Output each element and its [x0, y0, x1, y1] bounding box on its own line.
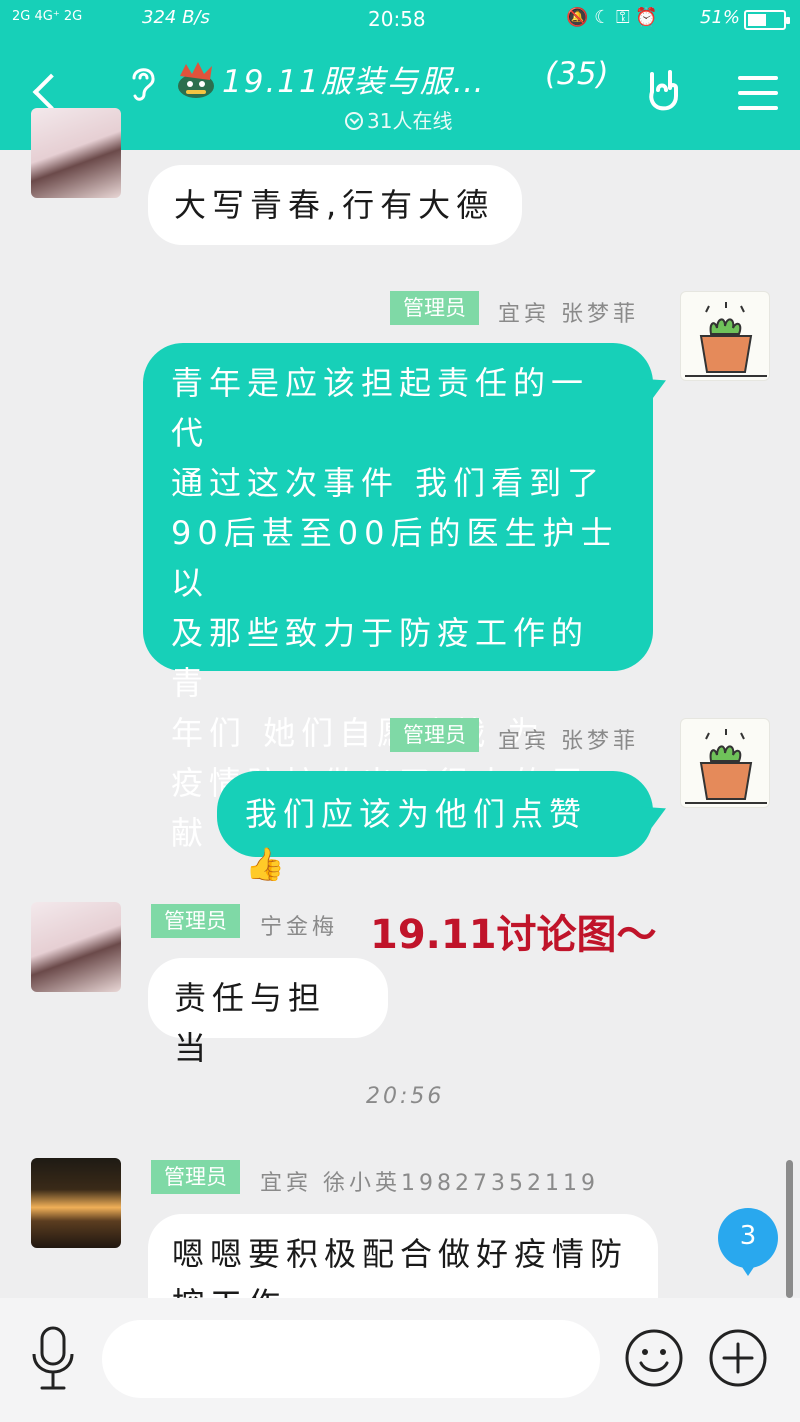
message-line: 通过这次事件 我们看到了	[171, 464, 606, 502]
bubble-tail	[640, 797, 672, 829]
status-time: 20:58	[368, 7, 426, 31]
message-line: 青年是应该担起责任的一代	[171, 364, 590, 452]
timestamp: 20:56	[366, 1084, 445, 1109]
sender-name: 宜宾 张梦菲	[498, 729, 639, 754]
message-bubble[interactable]: 大写青春,行有大德	[148, 165, 522, 245]
avatar[interactable]	[31, 108, 121, 198]
avatar[interactable]	[680, 718, 770, 808]
chevron-down-circle-icon	[345, 112, 363, 130]
input-bar	[0, 1298, 800, 1422]
ear-icon[interactable]	[128, 64, 158, 110]
rock-hand-icon[interactable]	[640, 68, 686, 114]
message-input[interactable]	[102, 1320, 600, 1398]
sender-name: 宜宾 徐小英19827352119	[260, 1171, 599, 1196]
sender-name: 宜宾 张梦菲	[498, 302, 639, 327]
battery-percent: 51%	[700, 7, 741, 28]
online-status[interactable]: 31人在线	[345, 105, 452, 134]
signal-indicator: 2G 4G⁺ 2G	[12, 9, 83, 24]
admin-badge: 管理员	[151, 904, 240, 938]
plus-icon[interactable]	[708, 1328, 768, 1388]
chat-title: 19.11服装与服…	[222, 64, 486, 100]
message-text: 责任与担当	[174, 979, 327, 1067]
status-bar: 2G 4G⁺ 2G 324 B/s 20:58 🔕 ☾ ⚿ ⏰ 51%	[0, 0, 800, 40]
group-avatar[interactable]	[174, 62, 218, 102]
carrot-icon	[685, 729, 767, 804]
network-speed: 324 B/s	[142, 7, 210, 28]
message-text: 大写青春,行有大德	[174, 186, 495, 224]
message-line: 控工作	[172, 1279, 634, 1298]
online-count: 31人在线	[367, 109, 453, 133]
back-chevron-icon[interactable]	[30, 72, 60, 112]
menu-icon[interactable]	[738, 76, 778, 112]
bubble-tail	[640, 369, 672, 401]
message-line: 及那些致力于防疫工作的青	[171, 614, 590, 702]
message-bubble[interactable]: 责任与担当	[148, 958, 388, 1067]
message-line: 90后甚至00后的医生护士以	[171, 514, 619, 602]
admin-badge: 管理员	[390, 718, 479, 752]
microphone-icon[interactable]	[30, 1326, 76, 1392]
admin-badge: 管理员	[390, 291, 479, 325]
status-icons: 🔕 ☾ ⚿ ⏰	[566, 7, 658, 28]
admin-badge: 管理员	[151, 1160, 240, 1194]
carrot-icon	[685, 302, 767, 377]
message-bubble[interactable]: 我们应该为他们点赞👍	[217, 771, 672, 883]
member-count: (35)	[545, 56, 609, 92]
avatar[interactable]	[31, 1158, 121, 1248]
message-line: 嗯嗯要积极配合做好疫情防	[172, 1235, 629, 1273]
avatar[interactable]	[680, 291, 770, 381]
watermark-text: 19.11讨论图～	[370, 912, 657, 958]
smiley-icon[interactable]	[624, 1328, 684, 1388]
scrollbar[interactable]	[786, 1160, 793, 1298]
sender-name: 宁金梅	[260, 915, 339, 940]
unread-count-badge[interactable]: 3	[718, 1208, 778, 1276]
message-bubble[interactable]: 嗯嗯要积极配合做好疫情防 控工作	[148, 1214, 658, 1298]
avatar[interactable]	[31, 902, 121, 992]
message-bubble[interactable]: 青年是应该担起责任的一代 通过这次事件 我们看到了 90后甚至00后的医生护士以…	[143, 343, 672, 852]
message-text: 我们应该为他们点赞👍	[245, 795, 588, 883]
battery-icon	[744, 10, 790, 30]
